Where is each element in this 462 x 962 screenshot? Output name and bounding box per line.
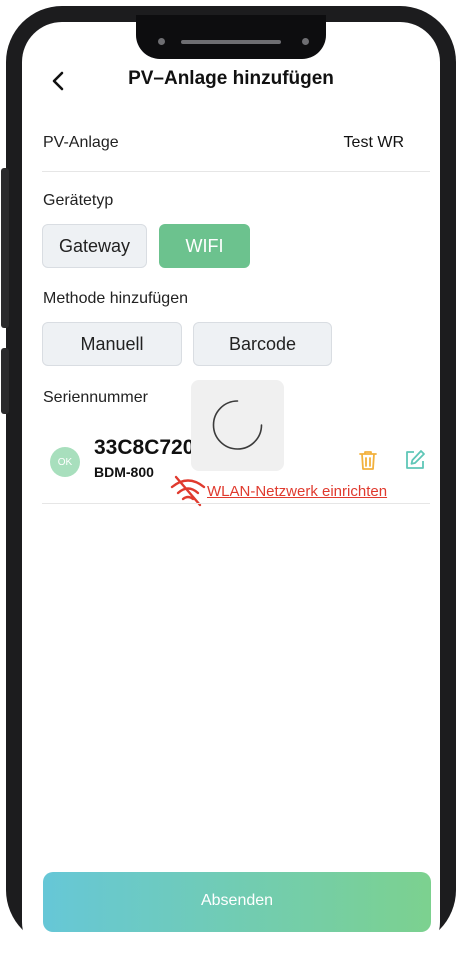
methode-label: Methode hinzufügen — [43, 290, 188, 307]
device-serial: 33C8C720 — [94, 436, 195, 459]
wifi-button[interactable]: WIFI — [159, 224, 250, 268]
page-title: PV–Anlage hinzufügen — [128, 68, 334, 89]
side-button-lower — [1, 348, 9, 414]
barcode-button[interactable]: Barcode — [193, 322, 332, 366]
wlan-setup-link[interactable]: WLAN-Netzwerk einrichten — [207, 483, 387, 500]
notch — [136, 15, 326, 59]
submit-button[interactable]: Absenden — [43, 872, 431, 932]
delete-button[interactable] — [357, 449, 379, 476]
divider — [42, 171, 430, 172]
divider — [42, 503, 430, 504]
edit-button[interactable] — [404, 449, 426, 476]
edit-icon — [406, 450, 425, 469]
device-model: BDM-800 — [94, 464, 154, 480]
wlan-setup-icon[interactable] — [170, 474, 206, 513]
loading-overlay — [191, 380, 284, 471]
spinner-icon — [212, 400, 263, 450]
status-badge: OK — [50, 447, 80, 477]
pv-anlage-value[interactable]: Test WR — [344, 134, 404, 152]
trash-icon — [359, 451, 377, 470]
seriennummer-label: Seriennummer — [43, 389, 148, 406]
geraetetyp-label: Gerätetyp — [43, 192, 114, 209]
side-button-upper — [1, 168, 9, 328]
gateway-button[interactable]: Gateway — [42, 224, 147, 268]
manuell-button[interactable]: Manuell — [42, 322, 182, 366]
pv-anlage-label: PV-Anlage — [43, 134, 119, 151]
